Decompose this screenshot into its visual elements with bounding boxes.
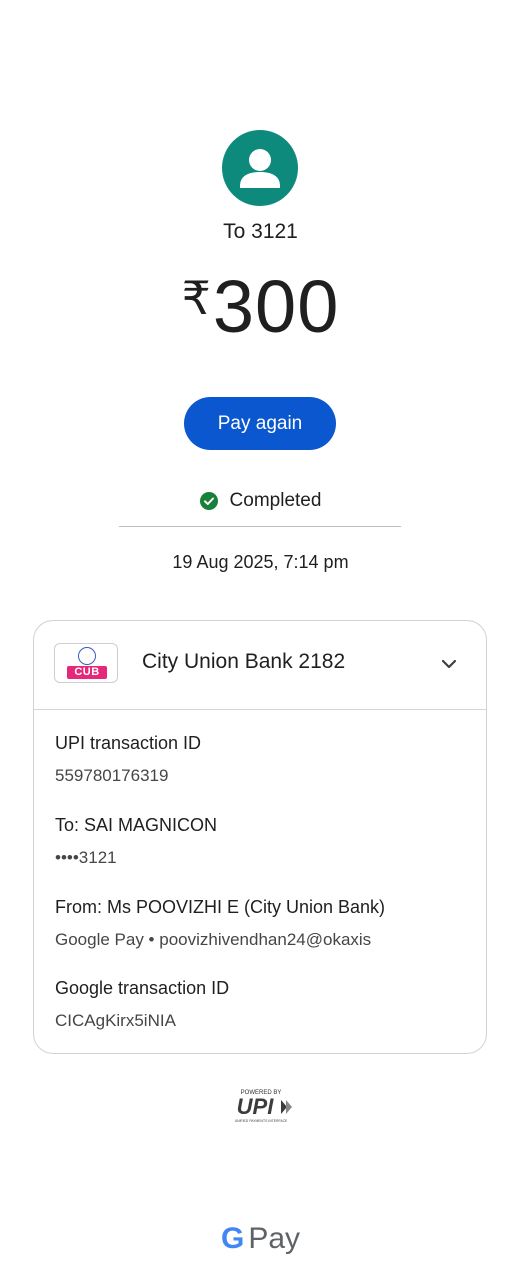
check-circle-icon bbox=[199, 492, 218, 510]
chevron-down-icon[interactable] bbox=[438, 653, 460, 675]
detail-value: 559780176319 bbox=[55, 766, 169, 785]
detail-label: Google transaction ID bbox=[55, 978, 230, 998]
bank-logo: CUB bbox=[54, 643, 118, 683]
google-transaction-id: Google transaction ID CICAgKirx5iNIA bbox=[55, 978, 229, 1031]
bank-account-row[interactable]: CUB City Union Bank 2182 bbox=[34, 621, 486, 710]
divider bbox=[119, 526, 401, 527]
currency-symbol: ₹ bbox=[181, 272, 211, 324]
status-row: Completed bbox=[0, 490, 521, 512]
upi-transaction-id: UPI transaction ID 559780176319 bbox=[55, 733, 201, 786]
bank-emblem-icon bbox=[78, 647, 96, 665]
google-g-icon: G bbox=[220, 1222, 245, 1255]
upi-text: UPI bbox=[237, 1094, 275, 1119]
detail-value: ••••3121 bbox=[55, 848, 117, 867]
detail-value: CICAgKirx5iNIA bbox=[55, 1011, 176, 1030]
bank-logo-text: CUB bbox=[67, 666, 107, 679]
detail-label: UPI transaction ID bbox=[55, 733, 202, 753]
upi-tagline: UNIFIED PAYMENTS INTERFACE bbox=[235, 1119, 288, 1123]
detail-label: To: SAI MAGNICON bbox=[55, 815, 218, 835]
recipient-label: To 3121 bbox=[223, 220, 298, 243]
bank-name: City Union Bank 2182 bbox=[142, 650, 346, 673]
to-account: To: SAI MAGNICON ••••3121 bbox=[55, 815, 217, 868]
transaction-details-card: CUB City Union Bank 2182 UPI transaction… bbox=[33, 620, 487, 1054]
detail-value: Google Pay • poovizhivendhan24@okaxis bbox=[55, 930, 372, 949]
pay-again-button[interactable]: Pay again bbox=[184, 397, 336, 450]
detail-label: From: Ms POOVIZHI E (City Union Bank) bbox=[55, 897, 386, 917]
payment-amount: ₹300 bbox=[0, 270, 521, 344]
upi-logo: POWERED BY UPI UNIFIED PAYMENTS INTERFAC… bbox=[235, 1090, 292, 1123]
recipient-avatar bbox=[222, 130, 298, 206]
transaction-datetime: 19 Aug 2025, 7:14 pm bbox=[172, 552, 349, 572]
status-text: Completed bbox=[229, 490, 322, 511]
person-icon bbox=[240, 149, 280, 188]
amount-value: 300 bbox=[212, 265, 340, 348]
google-pay-logo: G Pay bbox=[0, 1222, 521, 1256]
from-account: From: Ms POOVIZHI E (City Union Bank) Go… bbox=[55, 897, 385, 950]
gpay-pay-text: Pay bbox=[248, 1222, 301, 1255]
